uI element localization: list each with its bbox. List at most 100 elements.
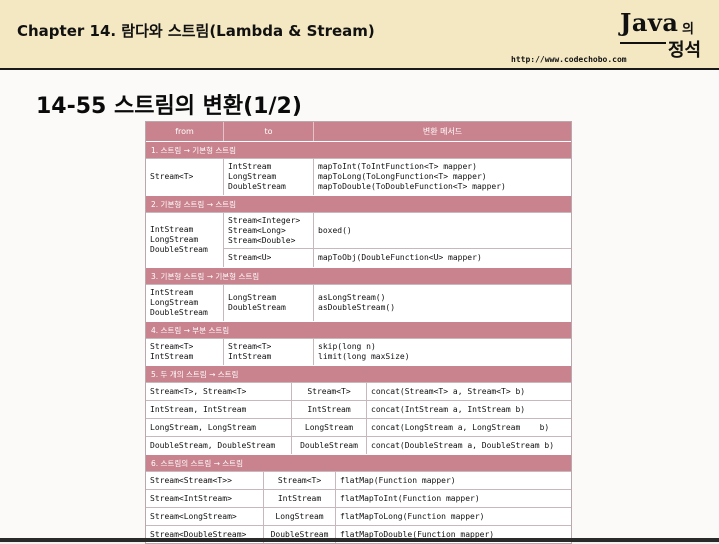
cell-text: Stream<U>	[228, 253, 272, 263]
cell-to: Stream<T>	[264, 472, 336, 489]
cell-text: Stream<T>	[307, 386, 351, 396]
cell-to: Stream<Integer> Stream<Long> Stream<Doub…	[224, 213, 314, 249]
cell-to: IntStream	[264, 490, 336, 507]
cell-text: Stream<IntStream>	[150, 493, 232, 503]
cell-text: boxed()	[318, 225, 352, 235]
table-row: IntStream, IntStream IntStream concat(In…	[146, 400, 571, 418]
cell-text: Stream<T>	[150, 342, 194, 351]
cell-from: Stream<LongStream>	[146, 508, 264, 525]
window-bottom-edge	[0, 538, 719, 542]
cell-from: IntStream, IntStream	[146, 401, 292, 418]
cell-method: skip(long n) limit(long maxSize)	[314, 339, 571, 365]
table-row: Stream<U> mapToObj(DoubleFunction<U> map…	[224, 248, 571, 267]
section-label: 2. 기본형 스트림 → 스트림	[146, 195, 571, 212]
section-label: 5. 두 개의 스트림 → 스트림	[146, 365, 571, 382]
cell-text: asLongStream()	[318, 293, 386, 302]
table-row: Stream<T> IntStream LongStream DoubleStr…	[146, 158, 571, 195]
cell-from: Stream<T>	[146, 159, 224, 195]
cell-text: Stream<Integer>	[228, 215, 301, 225]
cell-text: LongStream	[228, 172, 277, 181]
sub-rows: Stream<Integer> Stream<Long> Stream<Doub…	[224, 213, 571, 267]
cell-to: LongStream	[292, 419, 367, 436]
header-divider	[0, 68, 719, 70]
cell-text: asDoubleStream()	[318, 303, 396, 312]
header-method: 변환 메서드	[422, 127, 463, 136]
cell-text: IntStream	[150, 225, 194, 234]
table-row: Stream<IntStream> IntStream flatMapToInt…	[146, 489, 571, 507]
cell-to: Stream<T> IntStream	[224, 339, 314, 365]
cell-text: LongStream	[228, 293, 277, 302]
cell-text: DoubleStream	[228, 303, 286, 312]
cell-text: Stream<T>	[277, 475, 322, 485]
cell-method: concat(Stream<T> a, Stream<T> b)	[367, 383, 571, 400]
cell-from: IntStream LongStream DoubleStream	[146, 285, 224, 321]
table-row: Stream<LongStream> LongStream flatMapToL…	[146, 507, 571, 525]
cell-text: IntStream	[150, 352, 194, 361]
cell-text: DoubleStream	[150, 245, 208, 254]
cell-text: skip(long n)	[318, 342, 376, 351]
cell-text: LongStream	[150, 235, 199, 244]
cell-from: Stream<IntStream>	[146, 490, 264, 507]
cell-text: IntStream	[228, 352, 272, 361]
table-header: from to 변환 메서드	[146, 122, 571, 141]
cell-text: IntStream	[228, 162, 272, 171]
table-row-group: IntStream LongStream DoubleStream Stream…	[146, 212, 571, 267]
table-row: DoubleStream, DoubleStream DoubleStream …	[146, 436, 571, 454]
cell-text: IntStream	[307, 404, 351, 414]
table-row: Stream<T> IntStream Stream<T> IntStream …	[146, 338, 571, 365]
cell-text: IntStream	[150, 288, 194, 297]
cell-from: LongStream, LongStream	[146, 419, 292, 436]
section-label: 6. 스트림의 스트림 → 스트림	[146, 454, 571, 471]
cell-to: LongStream DoubleStream	[224, 285, 314, 321]
cell-from: Stream<T> IntStream	[146, 339, 224, 365]
cell-text: DoubleStream	[150, 308, 208, 317]
cell-method: concat(IntStream a, IntStream b)	[367, 401, 571, 418]
java-jeongseok-logo: Java 의 정석	[620, 8, 715, 61]
section-label: 3. 기본형 스트림 → 기본형 스트림	[146, 267, 571, 284]
cell-text: Stream<LongStream>	[150, 511, 237, 521]
section-label: 1. 스트림 → 기본형 스트림	[146, 141, 571, 158]
cell-text: DoubleStream	[300, 440, 358, 450]
cell-to: IntStream	[292, 401, 367, 418]
cell-text: LongStream	[304, 422, 354, 432]
cell-from: IntStream LongStream DoubleStream	[146, 213, 224, 267]
table-row: Stream<Stream<T>> Stream<T> flatMap(Func…	[146, 471, 571, 489]
cell-to: Stream<T>	[292, 383, 367, 400]
cell-to: DoubleStream	[292, 437, 367, 454]
cell-text: mapToObj(DoubleFunction<U> mapper)	[318, 253, 482, 263]
table-row: IntStream LongStream DoubleStream LongSt…	[146, 284, 571, 321]
logo-java-text: Java	[620, 8, 679, 37]
cell-text: Stream<T>	[228, 342, 272, 351]
cell-text: Stream<Long>	[228, 225, 286, 235]
cell-text: DoubleStream	[228, 182, 286, 191]
table-row: Stream<T>, Stream<T> Stream<T> concat(St…	[146, 382, 571, 400]
cell-text: flatMap(Function mapper)	[340, 475, 456, 485]
slide: Chapter 14. 람다와 스트림(Lambda & Stream) Jav…	[0, 0, 719, 544]
header-from: from	[146, 122, 224, 141]
cell-method: mapToInt(ToIntFunction<T> mapper) mapToL…	[314, 159, 571, 195]
cell-text: Stream<T>, Stream<T>	[150, 386, 247, 396]
cell-text: IntStream, IntStream	[150, 404, 247, 414]
cell-text: flatMapToInt(Function mapper)	[340, 493, 480, 503]
cell-text: flatMapToLong(Function mapper)	[340, 511, 485, 521]
cell-to: IntStream LongStream DoubleStream	[224, 159, 314, 195]
cell-text: mapToDouble(ToDoubleFunction<T> mapper)	[318, 182, 506, 191]
cell-text: limit(long maxSize)	[318, 352, 410, 361]
cell-text: mapToLong(ToLongFunction<T> mapper)	[318, 172, 487, 181]
cell-text: Stream<Double>	[228, 235, 296, 245]
cell-method: flatMapToInt(Function mapper)	[336, 490, 571, 507]
cell-from: DoubleStream, DoubleStream	[146, 437, 292, 454]
cell-text: Stream<Stream<T>>	[150, 475, 232, 485]
cell-method: boxed()	[314, 213, 571, 248]
cell-to: LongStream	[264, 508, 336, 525]
cell-to: Stream<U>	[224, 249, 314, 267]
cell-text: concat(Stream<T> a, Stream<T> b)	[371, 386, 526, 396]
slide-header: Chapter 14. 람다와 스트림(Lambda & Stream) Jav…	[0, 0, 719, 68]
header-to: to	[224, 122, 314, 141]
stream-conversion-table: from to 변환 메서드 1. 스트림 → 기본형 스트림 Stream<T…	[145, 121, 572, 544]
cell-method: flatMapToLong(Function mapper)	[336, 508, 571, 525]
logo-underline	[620, 42, 666, 44]
cell-text: DoubleStream, DoubleStream	[150, 440, 276, 450]
cell-text: IntStream	[277, 493, 322, 503]
logo-jeongseok-text: 정석	[668, 40, 702, 61]
